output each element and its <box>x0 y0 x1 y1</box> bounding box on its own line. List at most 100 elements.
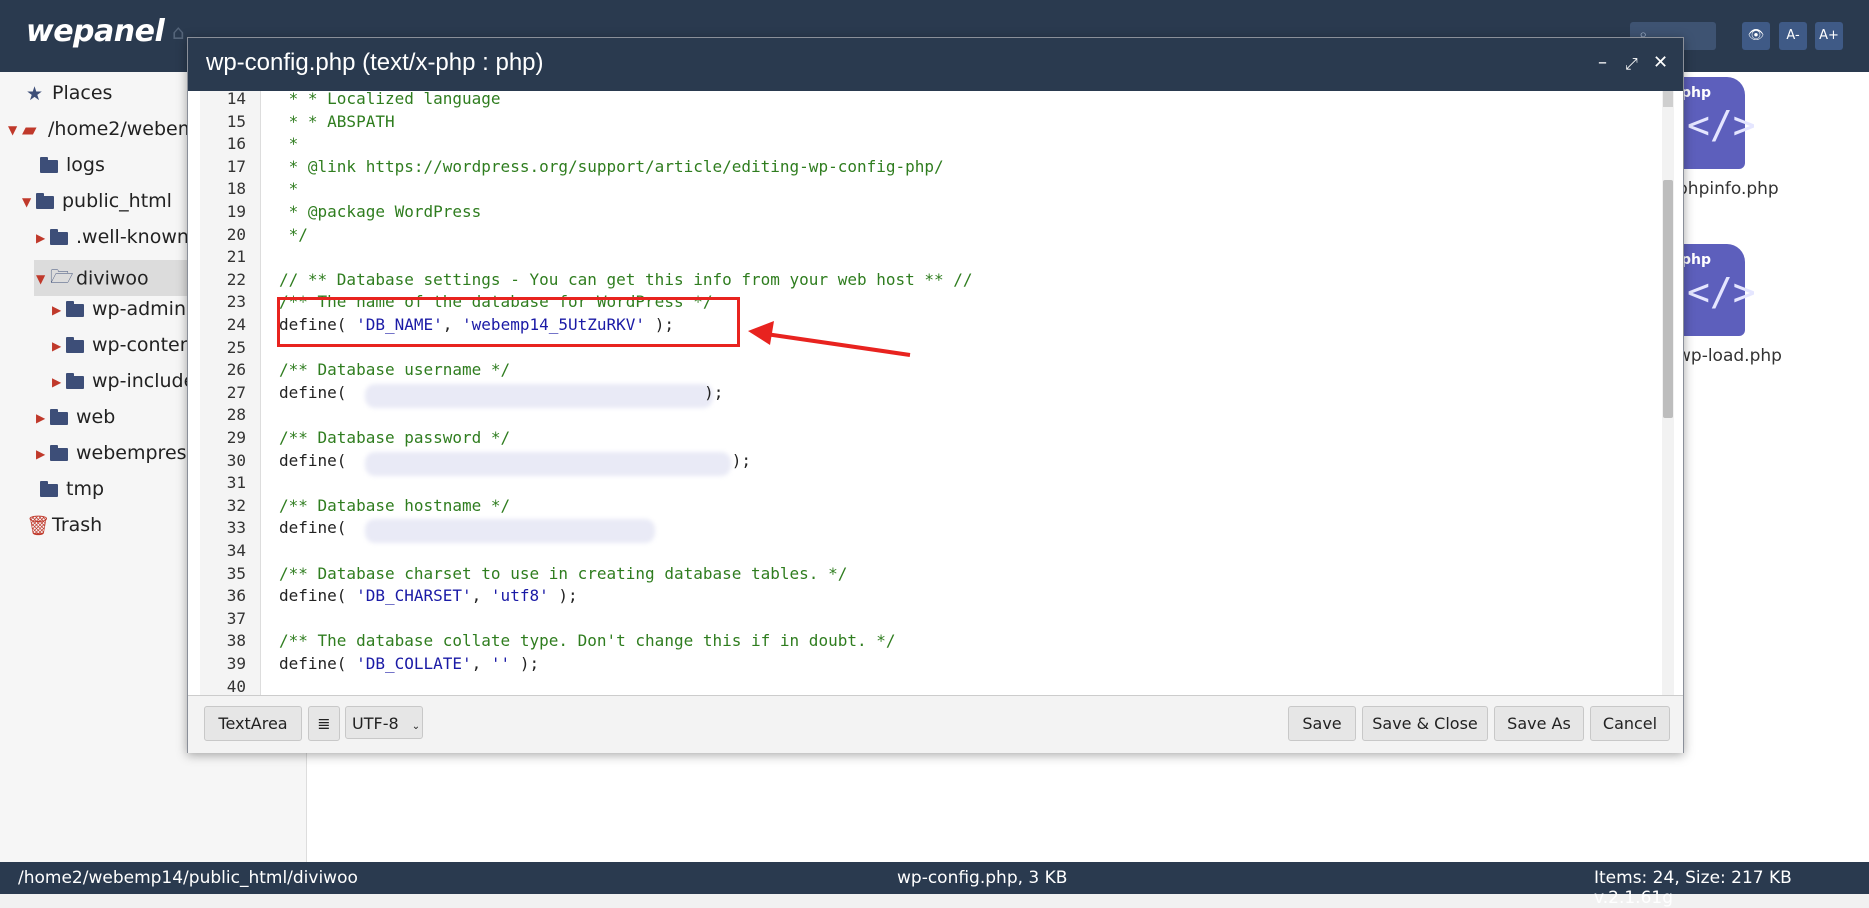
folder-icon <box>40 155 66 177</box>
code-line: /** Database password */ <box>279 428 511 447</box>
line-number: 24 <box>226 315 246 334</box>
textarea-button[interactable]: TextArea <box>204 706 302 741</box>
chevron-right-icon[interactable]: ▶ <box>52 339 66 353</box>
tree-item-places[interactable]: ★ Places <box>26 82 112 114</box>
code-line: define( ); <box>279 382 724 402</box>
tree-item-wp-includes[interactable]: ▶ wp-includes <box>52 370 205 402</box>
chevron-down-icon[interactable]: ▼ <box>36 272 50 286</box>
line-number: 30 <box>226 450 246 470</box>
current-path: /home2/webemp14/public_html/diviwoo <box>18 868 358 888</box>
line-number: 36 <box>226 586 246 606</box>
eye-icon[interactable]: 👁 <box>1742 22 1770 50</box>
code-line: // ** Database settings - You can get th… <box>279 269 973 289</box>
folder-icon <box>66 371 92 393</box>
tree-item-wp-content[interactable]: ▶ wp-content <box>52 334 199 366</box>
code-line: * <box>279 134 299 154</box>
scrollbar-thumb[interactable] <box>1663 180 1673 418</box>
chevron-right-icon[interactable]: ▶ <box>36 447 50 461</box>
editor-dialog: wp-config.php (text/x-php : php) – ⤢ ✕ 1… <box>187 37 1684 753</box>
chevron-right-icon[interactable]: ▶ <box>52 375 66 389</box>
chevron-down-icon[interactable]: ▼ <box>22 195 36 209</box>
trash-icon: 🗑 <box>26 515 51 537</box>
app-logo: wepanel <box>26 14 165 49</box>
save-as-button[interactable]: Save As <box>1494 706 1584 741</box>
scroll-up-arrow[interactable] <box>1663 91 1673 107</box>
tree-item-wp-admin[interactable]: ▶ wp-admin <box>52 298 186 330</box>
star-icon: ★ <box>26 82 44 105</box>
code-line: define( ); <box>279 450 751 470</box>
chevron-right-icon[interactable]: ▶ <box>36 411 50 425</box>
font-increase-button[interactable]: A+ <box>1815 22 1843 50</box>
line-number: 32 <box>226 495 246 515</box>
line-number: 15 <box>226 111 246 131</box>
selected-file-info: wp-config.php, 3 KB <box>897 868 1068 888</box>
code-editor[interactable]: 14 15 16 17 18 19 20 21 22 23 24 25 26 27 28 29 30 31 32 33… <box>188 89 1683 696</box>
line-number: 16 <box>226 134 246 154</box>
line-number: 17 <box>226 156 246 176</box>
code-line: */ <box>279 224 308 244</box>
line-number: 31 <box>226 473 246 493</box>
line-number: 19 <box>226 202 246 221</box>
tree-item-webempresa[interactable]: ▶ webempresa <box>36 442 198 474</box>
tree-item-tmp[interactable]: tmp <box>40 478 104 510</box>
line-number: 35 <box>226 563 246 583</box>
maximize-icon[interactable]: ⤢ <box>1625 54 1638 74</box>
highlight-box <box>277 297 740 347</box>
tree-item-public-html[interactable]: ▼ public_html <box>22 190 172 222</box>
chevron-right-icon[interactable]: ▶ <box>36 231 50 245</box>
folder-icon <box>36 191 62 213</box>
folder-icon <box>40 479 66 501</box>
line-number: 37 <box>226 608 246 628</box>
cancel-button[interactable]: Cancel <box>1590 706 1670 741</box>
tree-item-well-known[interactable]: ▶ .well-known <box>36 226 189 258</box>
line-number: 38 <box>226 631 246 651</box>
font-decrease-button[interactable]: A- <box>1779 22 1807 50</box>
php-file-icon[interactable]: php </> <box>1675 77 1756 169</box>
file-label[interactable]: phpinfo.php <box>1677 179 1779 199</box>
dialog-titlebar[interactable]: wp-config.php (text/x-php : php) – ⤢ ✕ <box>188 38 1683 91</box>
code-line: /** Database username */ <box>279 360 511 380</box>
line-number: 39 <box>226 654 246 673</box>
line-number: 34 <box>226 541 246 560</box>
line-number: 22 <box>226 269 246 289</box>
dialog-footer: TextArea ≣ UTF-8 ⌄ Save Save & Close Sav… <box>188 695 1683 753</box>
line-number: 33 <box>226 518 246 538</box>
tree-item-logs[interactable]: logs <box>40 154 105 186</box>
line-number: 23 <box>226 292 246 312</box>
home-icon[interactable]: ⌂ <box>172 20 185 44</box>
save-close-button[interactable]: Save & Close <box>1362 706 1488 741</box>
code-line: * * ABSPATH <box>279 111 395 131</box>
save-button[interactable]: Save <box>1288 706 1356 741</box>
code-line: * * Localized language <box>279 89 501 108</box>
close-icon[interactable]: ✕ <box>1653 52 1668 73</box>
tree-item-web[interactable]: ▶ web <box>36 406 115 438</box>
folder-icon <box>50 227 76 249</box>
status-bar: /home2/webemp14/public_html/diviwoo wp-c… <box>0 862 1869 908</box>
line-number: 26 <box>226 360 246 380</box>
line-number: 25 <box>226 337 246 357</box>
line-number: 20 <box>226 224 246 244</box>
line-number: 14 <box>226 89 246 108</box>
line-number: 18 <box>226 179 246 199</box>
minimize-icon[interactable]: – <box>1598 52 1607 73</box>
folder-icon <box>50 443 76 465</box>
encoding-select[interactable]: UTF-8 ⌄ <box>345 706 423 739</box>
file-label[interactable]: wp-load.php <box>1677 346 1782 366</box>
folder-icon <box>50 407 76 429</box>
settings-sliders-icon[interactable]: ≣ <box>308 706 340 741</box>
chevron-down-icon: ⌄ <box>411 721 421 732</box>
php-file-icon[interactable]: php </> <box>1675 244 1756 336</box>
annotation-arrow <box>748 321 911 357</box>
folder-open-icon: 🗁 <box>50 266 74 288</box>
dialog-title: wp-config.php (text/x-php : php) <box>206 49 544 76</box>
line-number: 40 <box>226 676 246 696</box>
folder-icon <box>66 299 92 321</box>
code-line: * <box>279 179 299 199</box>
tree-item-trash[interactable]: 🗑Trash <box>26 514 102 546</box>
code-line: define( 'DB_CHARSET', 'utf8' ); <box>279 586 578 606</box>
line-number: 27 <box>226 382 246 402</box>
chevron-down-icon[interactable]: ▼ <box>8 123 22 137</box>
line-number-gutter: 14 15 16 17 18 19 20 21 22 23 24 25 26 27 28 29 30 31 32 33… <box>200 89 261 696</box>
chevron-right-icon[interactable]: ▶ <box>52 303 66 317</box>
drive-icon: ▰ <box>22 118 37 141</box>
